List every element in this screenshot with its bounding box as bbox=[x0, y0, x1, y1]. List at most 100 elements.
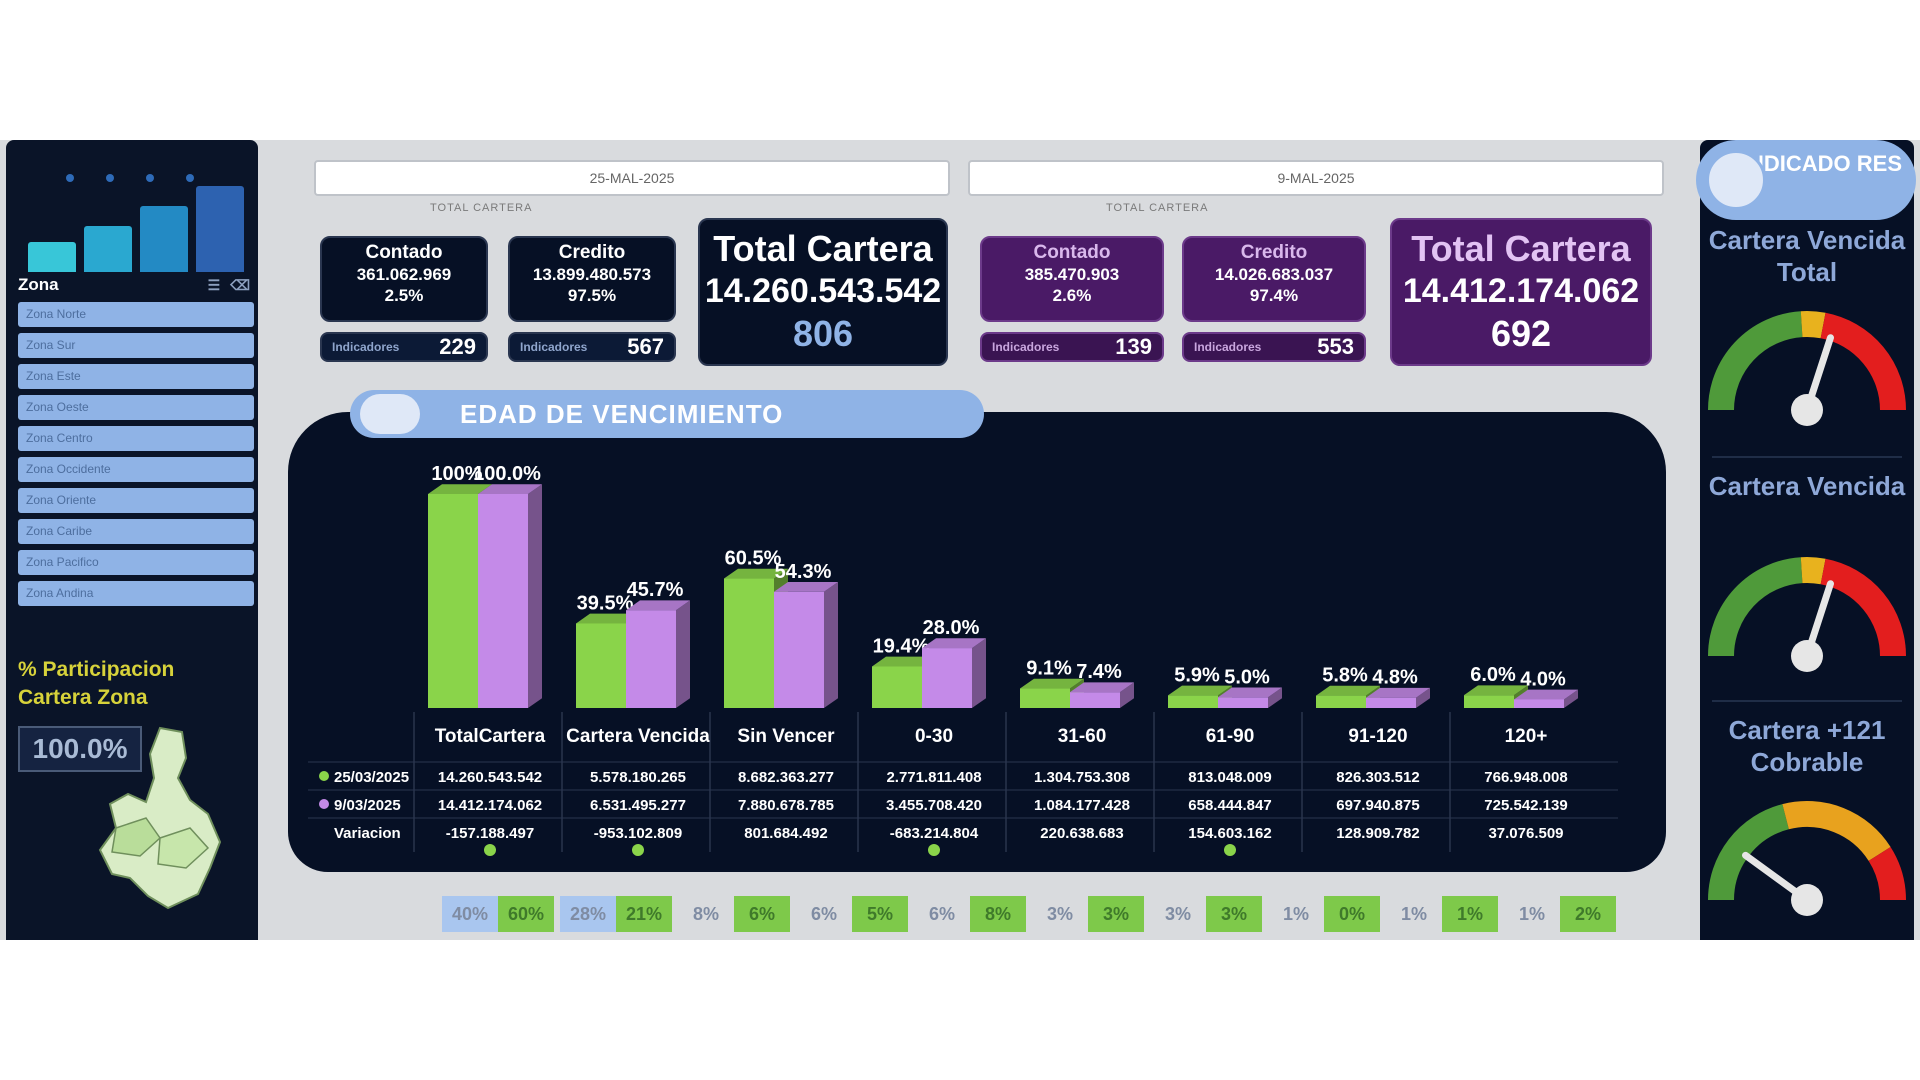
strip-value-current: 40% bbox=[442, 896, 498, 932]
zona-item[interactable]: Zona Pacifico bbox=[18, 550, 254, 575]
date-filter-previous[interactable]: 9-MAL-2025 bbox=[968, 160, 1664, 196]
table-cell: 697.940.875 bbox=[1336, 797, 1419, 814]
kpi-credito-current: Credito 13.899.480.573 97.5% bbox=[508, 236, 676, 322]
kpi-value: 361.062.969 bbox=[356, 265, 452, 284]
data-label: 9.1% bbox=[1026, 658, 1072, 680]
table-cell: 7.880.678.785 bbox=[738, 797, 834, 814]
zona-item[interactable]: Zona Occidente bbox=[18, 457, 254, 482]
table-cell: 8.682.363.277 bbox=[738, 769, 834, 786]
zone-map[interactable] bbox=[90, 718, 250, 918]
table-cell: 766.948.008 bbox=[1484, 769, 1567, 786]
indicator-value: 567 bbox=[627, 334, 664, 359]
indicator-pill-current-right: Indicadores 567 bbox=[508, 332, 676, 362]
gauge-hub bbox=[1791, 884, 1823, 916]
strip-value-previous: 3% bbox=[1206, 896, 1262, 932]
strip-value-previous: 2% bbox=[1560, 896, 1616, 932]
brand-logo bbox=[18, 152, 250, 272]
indicator-pill-previous-left: Indicadores 139 bbox=[980, 332, 1164, 362]
gauge bbox=[1708, 311, 1906, 426]
aging-bar-chart: 100%100.0%TotalCartera39.5%45.7%Cartera … bbox=[308, 463, 1618, 856]
table-cell: 154.603.162 bbox=[1188, 825, 1271, 842]
bar-side bbox=[676, 600, 690, 708]
table-cell: 14.412.174.062 bbox=[438, 797, 542, 814]
kpi-value: 13.899.480.573 bbox=[532, 265, 652, 284]
kpi-contado-previous: Contado 385.470.903 2.6% bbox=[980, 236, 1164, 322]
indicator-label: Indicadores bbox=[992, 340, 1060, 354]
kpi-total-cartera-previous: Total Cartera 14.412.174.062 692 bbox=[1390, 218, 1652, 366]
bar bbox=[626, 610, 676, 708]
strip-value-current: 6% bbox=[810, 904, 837, 924]
gauge-title: Cartera Vencida bbox=[1708, 471, 1906, 501]
zona-item[interactable]: Zona Sur bbox=[18, 333, 254, 358]
row-label: Variacion bbox=[334, 825, 401, 842]
gauge-segment bbox=[1800, 557, 1826, 585]
chart-icon bbox=[360, 394, 420, 434]
participacion-title: % Participacion Cartera Zona bbox=[18, 658, 175, 709]
kpi-percent: 97.4% bbox=[1249, 286, 1299, 305]
bar bbox=[1168, 695, 1218, 708]
brand-dot bbox=[106, 174, 114, 182]
kpi-contado-current: Contado 361.062.969 2.5% bbox=[320, 236, 488, 322]
bar bbox=[428, 494, 478, 708]
zona-item[interactable]: Zona Norte bbox=[18, 302, 254, 327]
zona-item[interactable]: Zona Oeste bbox=[18, 395, 254, 420]
comparison-strip: 40% 60% 28% 21% 8% 6% 6% 5% 6% 8% 3% 3% 3% 3% 1% 0% 1% 1%… bbox=[442, 896, 1622, 932]
strip-value-current: 1% bbox=[1400, 904, 1427, 924]
bar-side bbox=[972, 638, 986, 708]
gauge-segment bbox=[1782, 801, 1891, 862]
data-label: 7.4% bbox=[1076, 661, 1122, 683]
kpi-credito-previous: Credito 14.026.683.037 97.4% bbox=[1182, 236, 1366, 322]
bar-side bbox=[528, 484, 542, 708]
zona-item[interactable]: Zona Andina bbox=[18, 581, 254, 606]
gauge-divider bbox=[1712, 456, 1902, 458]
kpi-total-cartera-current: Total Cartera 14.260.543.542 806 bbox=[698, 218, 948, 366]
trend-marker bbox=[1224, 844, 1236, 856]
row-label: 9/03/2025 bbox=[334, 797, 401, 814]
kpi-count: 806 bbox=[792, 313, 854, 354]
bar bbox=[1514, 699, 1564, 708]
indicator-label: Indicadores bbox=[1194, 340, 1262, 354]
zona-item[interactable]: Zona Caribe bbox=[18, 519, 254, 544]
gauge-title: Cartera Vencida Total bbox=[1708, 225, 1906, 287]
kpi-title: Contado bbox=[1033, 242, 1111, 263]
kpi-title: Credito bbox=[1240, 242, 1308, 263]
strip-value-previous: 60% bbox=[498, 896, 554, 932]
zona-slicer-list: Zona Norte Zona Sur Zona Este Zona Oeste Zon… bbox=[18, 302, 254, 612]
zona-item[interactable]: Zona Centro bbox=[18, 426, 254, 451]
category-label: 120+ bbox=[1505, 726, 1548, 747]
strip-value-previous: 8% bbox=[970, 896, 1026, 932]
bar bbox=[1070, 692, 1120, 708]
date-filter-current[interactable]: 25-MAL-2025 bbox=[314, 160, 950, 196]
data-label: 39.5% bbox=[577, 592, 634, 614]
data-label: 60.5% bbox=[725, 548, 782, 570]
category-label: 61-90 bbox=[1206, 726, 1255, 747]
data-label: 4.8% bbox=[1372, 667, 1418, 689]
zona-item[interactable]: Zona Este bbox=[18, 364, 254, 389]
zona-item[interactable]: Zona Oriente bbox=[18, 488, 254, 513]
brand-dot bbox=[186, 174, 194, 182]
gauge-segment bbox=[1800, 311, 1826, 339]
table-cell: 6.531.495.277 bbox=[590, 797, 686, 814]
data-label: 19.4% bbox=[873, 635, 930, 657]
row-label: 25/03/2025 bbox=[334, 769, 409, 786]
indicator-value: 229 bbox=[439, 334, 476, 359]
table-cell: 1.084.177.428 bbox=[1034, 797, 1130, 814]
table-cell: 128.909.782 bbox=[1336, 825, 1419, 842]
bar bbox=[1020, 688, 1070, 708]
gauge-title: Cartera +121 Cobrable bbox=[1728, 715, 1886, 777]
indicator-label: Indicadores bbox=[332, 340, 400, 354]
filter-icon[interactable]: ☰ bbox=[208, 277, 221, 294]
gauge-hub bbox=[1791, 394, 1823, 426]
category-label: Cartera Vencida bbox=[566, 726, 710, 747]
data-label: 54.3% bbox=[775, 561, 832, 583]
bar bbox=[774, 591, 824, 708]
gauge-hub bbox=[1791, 640, 1823, 672]
strip-value-current: 3% bbox=[1164, 904, 1191, 924]
zona-tools: ☰ ⌫ bbox=[208, 277, 250, 294]
table-cell: 801.684.492 bbox=[744, 825, 827, 842]
dashboard-canvas: Zona ☰ ⌫ Zona Norte Zona Sur Zona Este Zona… bbox=[0, 140, 1920, 940]
brand-bar bbox=[84, 226, 132, 272]
data-label: 100.0% bbox=[473, 463, 541, 485]
table-cell: 220.638.683 bbox=[1040, 825, 1123, 842]
eraser-icon[interactable]: ⌫ bbox=[230, 277, 250, 294]
